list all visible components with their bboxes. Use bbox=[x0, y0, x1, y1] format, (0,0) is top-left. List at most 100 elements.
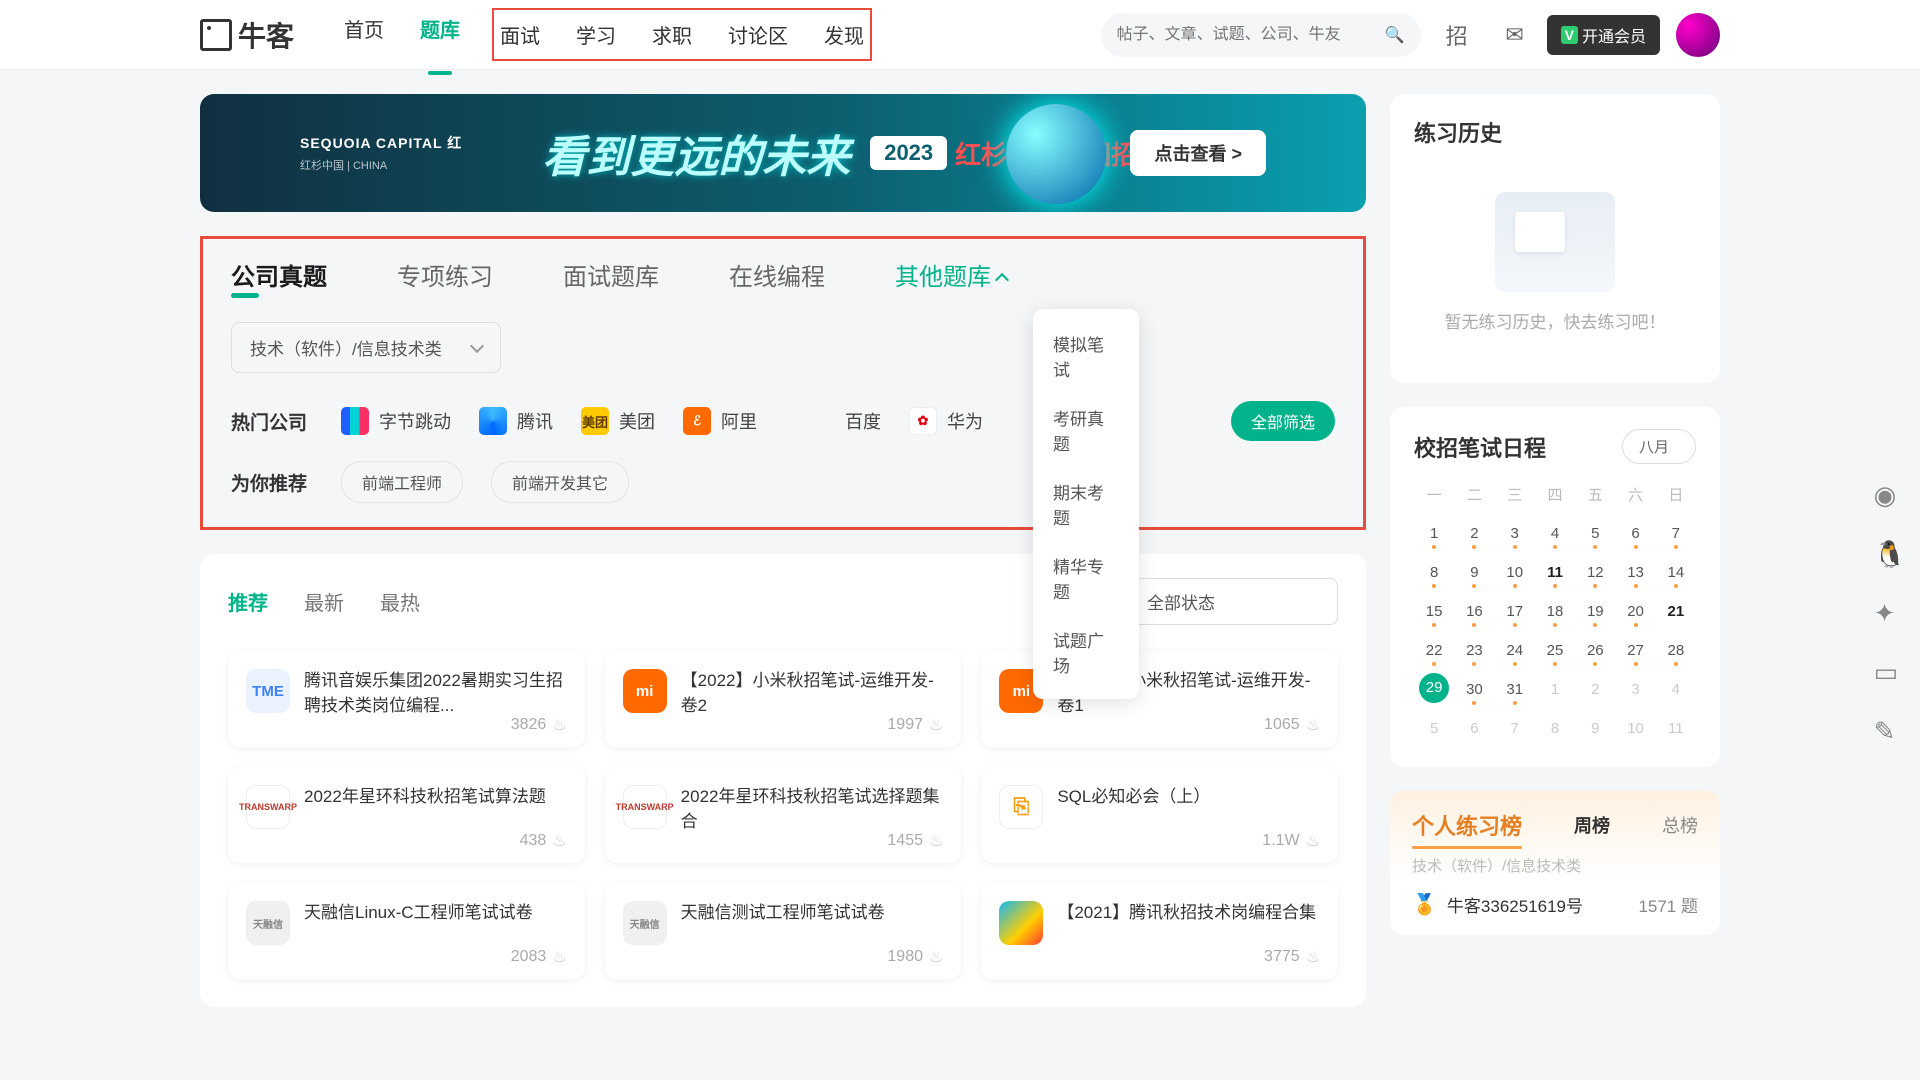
tab-other[interactable]: 其他题库 bbox=[895, 257, 1007, 292]
nav-home[interactable]: 首页 bbox=[344, 8, 384, 61]
dropdown-square[interactable]: 试题广场 bbox=[1033, 615, 1139, 689]
list-tab-new[interactable]: 最新 bbox=[304, 587, 344, 616]
calendar-day[interactable]: 22 bbox=[1414, 634, 1454, 667]
calendar-day[interactable]: 28 bbox=[1656, 634, 1696, 667]
chip-frontend[interactable]: 前端工程师 bbox=[341, 461, 463, 503]
calendar-day[interactable]: 4 bbox=[1656, 673, 1696, 706]
question-card[interactable]: mi 【2022】小米秋招笔试-运维开发-卷2 1997 ♨ bbox=[605, 651, 962, 747]
calendar-day[interactable]: 25 bbox=[1535, 634, 1575, 667]
question-card[interactable]: TRANSWARP 2022年星环科技秋招笔试选择题集合 1455 ♨ bbox=[605, 767, 962, 863]
wechat-icon[interactable]: ✦ bbox=[1874, 598, 1906, 629]
vip-button[interactable]: V开通会员 bbox=[1547, 15, 1660, 55]
logo[interactable]: 牛客 bbox=[200, 15, 294, 55]
state-select[interactable]: 全部状态 bbox=[1124, 578, 1338, 625]
mail-icon[interactable]: ✉ bbox=[1493, 13, 1537, 57]
company-alibaba[interactable]: ℰ阿里 bbox=[683, 407, 757, 435]
qq-icon[interactable]: 🐧 bbox=[1874, 539, 1906, 570]
calendar-day[interactable]: 13 bbox=[1615, 556, 1655, 589]
calendar-day[interactable]: 31 bbox=[1495, 673, 1535, 706]
calendar-day[interactable]: 5 bbox=[1414, 712, 1454, 745]
category-select[interactable]: 技术（软件）/信息技术类 bbox=[231, 322, 501, 373]
calendar-day[interactable]: 7 bbox=[1495, 712, 1535, 745]
calendar-day[interactable]: 18 bbox=[1535, 595, 1575, 628]
rank-tab-total[interactable]: 总榜 bbox=[1662, 812, 1698, 838]
calendar-day[interactable]: 4 bbox=[1535, 517, 1575, 550]
calendar-day[interactable]: 9 bbox=[1454, 556, 1494, 589]
search-icon[interactable]: 🔍 bbox=[1385, 25, 1405, 45]
calendar-day[interactable]: 10 bbox=[1495, 556, 1535, 589]
calendar-day[interactable]: 26 bbox=[1575, 634, 1615, 667]
nav-interview[interactable]: 面试 bbox=[500, 14, 540, 55]
dropdown-kaoyan[interactable]: 考研真题 bbox=[1033, 393, 1139, 467]
calendar-day[interactable]: 19 bbox=[1575, 595, 1615, 628]
list-tab-reco[interactable]: 推荐 bbox=[228, 587, 268, 616]
calendar-day[interactable]: 17 bbox=[1495, 595, 1535, 628]
tab-special[interactable]: 专项练习 bbox=[397, 257, 493, 292]
nav-discuss[interactable]: 讨论区 bbox=[728, 14, 788, 55]
month-select[interactable]: 八月 bbox=[1622, 429, 1696, 464]
tab-coding[interactable]: 在线编程 bbox=[729, 257, 825, 292]
calendar-day[interactable]: 1 bbox=[1535, 673, 1575, 706]
avatar[interactable] bbox=[1676, 13, 1720, 57]
calendar-day[interactable]: 21 bbox=[1656, 595, 1696, 628]
calendar-day[interactable]: 11 bbox=[1535, 556, 1575, 589]
banner-cta-button[interactable]: 点击查看 > bbox=[1130, 130, 1266, 176]
calendar-day[interactable]: 15 bbox=[1414, 595, 1454, 628]
nav-questions[interactable]: 题库 bbox=[420, 8, 460, 61]
company-baidu[interactable]: 百度 bbox=[845, 408, 881, 434]
calendar-day[interactable]: 24 bbox=[1495, 634, 1535, 667]
search-box[interactable]: 🔍 bbox=[1101, 13, 1421, 57]
search-input[interactable] bbox=[1117, 26, 1385, 44]
calendar-day[interactable]: 3 bbox=[1615, 673, 1655, 706]
rank-row-1[interactable]: 🏅 牛客336251619号 1571 题 bbox=[1412, 892, 1698, 917]
company-tencent[interactable]: 腾讯 bbox=[479, 407, 553, 435]
calendar-day[interactable]: 16 bbox=[1454, 595, 1494, 628]
nav-job[interactable]: 求职 bbox=[652, 14, 692, 55]
calendar-day[interactable]: 6 bbox=[1454, 712, 1494, 745]
question-card[interactable]: ⎘ SQL必知必会（上） 1.1W ♨ bbox=[981, 767, 1338, 863]
list-tab-hot[interactable]: 最热 bbox=[380, 587, 420, 616]
calendar-day[interactable]: 29 bbox=[1419, 673, 1449, 703]
tab-interview[interactable]: 面试题库 bbox=[563, 257, 659, 292]
company-huawei[interactable]: 华为 bbox=[909, 407, 983, 435]
phone-icon[interactable]: ▭ bbox=[1874, 657, 1906, 688]
calendar-day[interactable]: 9 bbox=[1575, 712, 1615, 745]
calendar-day[interactable]: 1 bbox=[1414, 517, 1454, 550]
calendar-day[interactable]: 2 bbox=[1454, 517, 1494, 550]
calendar-day[interactable]: 23 bbox=[1454, 634, 1494, 667]
calendar-day[interactable]: 30 bbox=[1454, 673, 1494, 706]
calendar-day[interactable]: 7 bbox=[1656, 517, 1696, 550]
dropdown-mock[interactable]: 模拟笔试 bbox=[1033, 319, 1139, 393]
promo-banner[interactable]: SEQUOIA CAPITAL 红 红杉中国 | CHINA 看到更远的未来 2… bbox=[200, 94, 1366, 212]
question-card[interactable]: TRANSWARP 2022年星环科技秋招笔试算法题 438 ♨ bbox=[228, 767, 585, 863]
calendar-day[interactable]: 2 bbox=[1575, 673, 1615, 706]
tab-company[interactable]: 公司真题 bbox=[231, 257, 327, 292]
calendar-day[interactable]: 12 bbox=[1575, 556, 1615, 589]
dropdown-final[interactable]: 期末考题 bbox=[1033, 467, 1139, 541]
rank-tab-week[interactable]: 周榜 bbox=[1574, 812, 1610, 838]
calendar-day[interactable]: 14 bbox=[1656, 556, 1696, 589]
filter-all-button[interactable]: 全部筛选 bbox=[1231, 401, 1335, 441]
calendar-day[interactable]: 8 bbox=[1414, 556, 1454, 589]
question-card[interactable]: 天融信 天融信测试工程师笔试试卷 1980 ♨ bbox=[605, 883, 962, 979]
calendar-day[interactable]: 27 bbox=[1615, 634, 1655, 667]
chip-frontend-other[interactable]: 前端开发其它 bbox=[491, 461, 629, 503]
question-card[interactable]: 天融信 天融信Linux-C工程师笔试试卷 2083 ♨ bbox=[228, 883, 585, 979]
calendar-day[interactable]: 8 bbox=[1535, 712, 1575, 745]
calendar-day[interactable]: 3 bbox=[1495, 517, 1535, 550]
question-card[interactable]: 【2021】腾讯秋招技术岗编程合集 3775 ♨ bbox=[981, 883, 1338, 979]
calendar-day[interactable]: 6 bbox=[1615, 517, 1655, 550]
company-meituan[interactable]: 美团美团 bbox=[581, 407, 655, 435]
nav-learn[interactable]: 学习 bbox=[576, 14, 616, 55]
weibo-icon[interactable]: ◉ bbox=[1874, 480, 1906, 511]
calendar-day[interactable]: 5 bbox=[1575, 517, 1615, 550]
calendar-day[interactable]: 20 bbox=[1615, 595, 1655, 628]
question-card[interactable]: TME 腾讯音娱乐集团2022暑期实习生招聘技术类岗位编程... 3826 ♨ bbox=[228, 651, 585, 747]
company-bytedance[interactable]: 字节跳动 bbox=[341, 407, 451, 435]
dropdown-essence[interactable]: 精华专题 bbox=[1033, 541, 1139, 615]
feedback-icon[interactable]: ✎ bbox=[1874, 716, 1906, 747]
nav-discover[interactable]: 发现 bbox=[824, 14, 864, 55]
calendar-day[interactable]: 10 bbox=[1615, 712, 1655, 745]
recruit-icon[interactable]: 招 bbox=[1435, 13, 1479, 57]
calendar-day[interactable]: 11 bbox=[1656, 712, 1696, 745]
